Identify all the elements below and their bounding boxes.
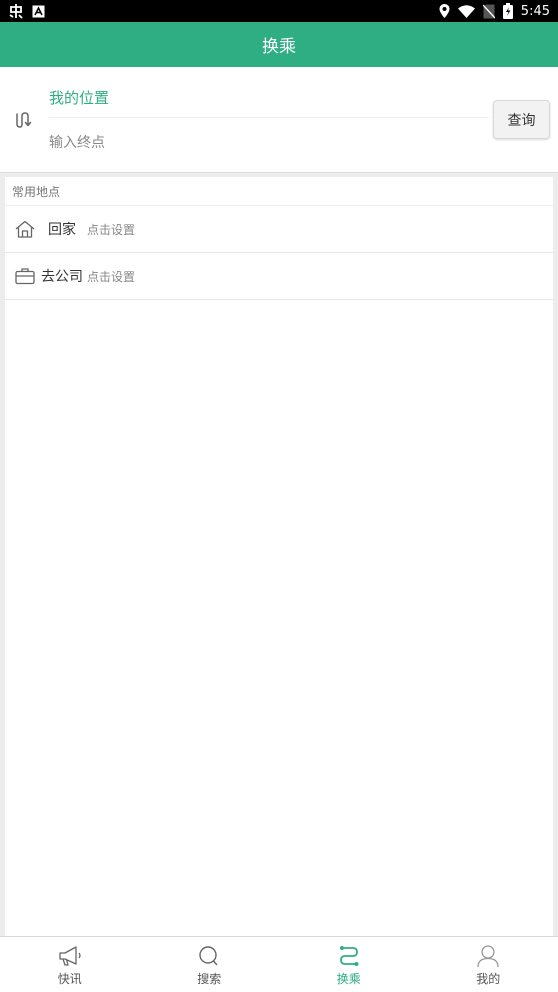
nav-label-news: 快讯 bbox=[57, 972, 82, 986]
route-divider bbox=[49, 117, 489, 118]
person-icon bbox=[475, 945, 501, 967]
place-label-work: 去公司 bbox=[41, 269, 83, 285]
status-time: 5:45 bbox=[520, 3, 550, 19]
bottom-nav: 快讯 搜索 换乘 我的 bbox=[0, 936, 558, 992]
common-places-panel: 常用地点 回家 点击设置 去公司 点击设置 bbox=[5, 177, 553, 936]
location-icon bbox=[439, 4, 450, 18]
battery-icon bbox=[502, 3, 513, 19]
status-bar: 5:45 bbox=[0, 0, 558, 22]
swap-route-icon[interactable] bbox=[14, 110, 36, 130]
app-bar: 换乘 bbox=[0, 22, 558, 67]
place-hint-home: 点击设置 bbox=[87, 222, 136, 237]
page-title: 换乘 bbox=[262, 37, 296, 57]
origin-field[interactable]: 我的位置 bbox=[49, 87, 109, 108]
place-row-work[interactable]: 去公司 点击设置 bbox=[5, 253, 553, 300]
megaphone-icon bbox=[57, 945, 83, 967]
destination-input[interactable] bbox=[49, 131, 479, 155]
nav-item-mine[interactable]: 我的 bbox=[419, 937, 558, 992]
nav-item-search[interactable]: 搜索 bbox=[140, 937, 280, 992]
route-input-card: 我的位置 查询 bbox=[0, 67, 558, 173]
a-square-icon bbox=[32, 5, 45, 18]
nav-label-search: 搜索 bbox=[197, 972, 222, 986]
app-notification-icon bbox=[8, 3, 24, 19]
place-label-home: 回家 bbox=[48, 222, 76, 238]
briefcase-icon bbox=[15, 266, 35, 286]
wifi-icon bbox=[457, 4, 475, 18]
transfer-icon bbox=[336, 945, 362, 967]
transfer-screen: 5:45 换乘 我的位置 查询 常用地点 回家 点击设置 bbox=[0, 0, 558, 992]
common-places-title: 常用地点 bbox=[5, 177, 553, 206]
nav-label-transfer: 换乘 bbox=[336, 972, 361, 986]
search-icon bbox=[196, 945, 222, 967]
home-icon bbox=[15, 219, 35, 239]
nav-item-transfer[interactable]: 换乘 bbox=[279, 937, 419, 992]
place-row-home[interactable]: 回家 点击设置 bbox=[5, 206, 553, 253]
query-button[interactable]: 查询 bbox=[493, 100, 550, 139]
nav-label-mine: 我的 bbox=[476, 972, 501, 986]
place-hint-work: 点击设置 bbox=[87, 269, 136, 284]
nav-item-news[interactable]: 快讯 bbox=[0, 937, 140, 992]
no-sim-icon bbox=[482, 4, 495, 19]
